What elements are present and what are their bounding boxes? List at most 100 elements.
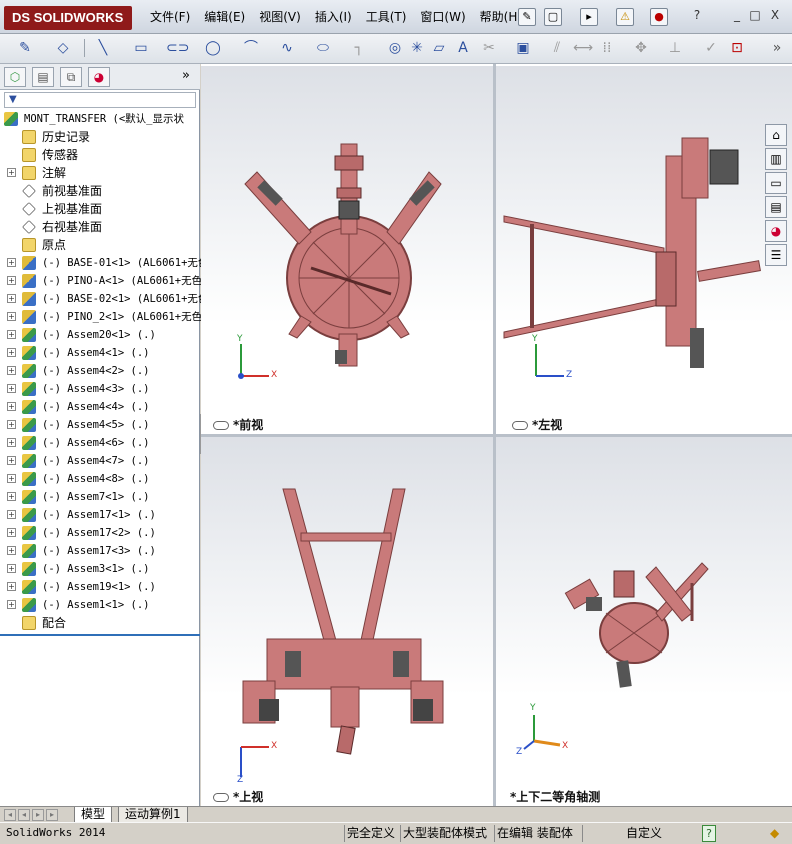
tree-item[interactable]: + (-) Assem4<6> (.) — [0, 434, 200, 452]
pin-icon[interactable]: ✎ — [518, 8, 536, 26]
expand-icon[interactable]: + — [7, 402, 16, 411]
slot-icon[interactable]: ⊂⊃ — [166, 37, 189, 59]
relations-icon[interactable]: ⊥ — [664, 37, 686, 59]
smart-dimension-icon[interactable]: ◇ — [52, 37, 74, 59]
tree-item[interactable]: + (-) Assem19<1> (.) — [0, 578, 200, 596]
tree-item[interactable]: + (-) Assem7<1> (.) — [0, 488, 200, 506]
menu-help[interactable]: 帮助(H) — [480, 8, 522, 25]
tree-item[interactable]: + (-) Assem4<8> (.) — [0, 470, 200, 488]
convert-entities-icon[interactable]: ▣ — [512, 37, 534, 59]
expand-icon[interactable]: + — [7, 546, 16, 555]
rapid-sketch-icon[interactable]: ⊡ — [726, 37, 748, 59]
expand-icon[interactable]: + — [7, 600, 16, 609]
menu-file[interactable]: 文件(F) — [150, 8, 190, 25]
expand-icon[interactable]: + — [7, 384, 16, 393]
sketch-icon[interactable]: ✎ — [14, 37, 36, 59]
last-tab-icon[interactable]: ▸ — [46, 809, 58, 821]
tree-item[interactable]: + 注解 — [0, 164, 200, 182]
view-palette-icon[interactable]: ▤ — [765, 196, 787, 218]
overflow-icon[interactable]: » — [766, 37, 788, 59]
text-icon[interactable]: A — [452, 37, 474, 59]
expand-icon[interactable]: + — [7, 258, 16, 267]
tab-motion-study[interactable]: 运动算例1 — [118, 807, 188, 823]
tree-item[interactable]: 上视基准面 — [0, 200, 200, 218]
centerline-icon[interactable]: ✳ — [406, 37, 428, 59]
configuration-manager-tab[interactable]: ⧉ — [60, 67, 82, 87]
display-manager-tab[interactable]: ◕ — [88, 67, 110, 87]
tab-model[interactable]: 模型 — [74, 807, 113, 823]
expand-icon[interactable]: + — [7, 420, 16, 429]
status-tag-icon[interactable]: ◆ — [768, 825, 781, 842]
arc-icon[interactable]: ⌒ — [240, 37, 262, 59]
offset-icon[interactable]: ⫽ — [546, 37, 568, 59]
expand-icon[interactable]: + — [7, 366, 16, 375]
new-document-icon[interactable]: ▢ — [544, 8, 562, 26]
rectangle-icon[interactable]: ▭ — [130, 37, 152, 59]
tree-item[interactable]: + (-) Assem3<1> (.) — [0, 560, 200, 578]
status-help-icon[interactable]: ? — [702, 825, 716, 842]
expand-icon[interactable]: + — [7, 492, 16, 501]
status-units-custom[interactable]: 自定义 — [624, 825, 664, 842]
tree-item[interactable]: + (-) Assem17<1> (.) — [0, 506, 200, 524]
viewport-top[interactable]: Z X *上视 — [201, 437, 493, 806]
tree-item[interactable]: + (-) Assem20<1> (.) — [0, 326, 200, 344]
viewport-left[interactable]: Y Z *左视 — [496, 66, 792, 434]
tree-item[interactable]: + (-) Assem4<3> (.) — [0, 380, 200, 398]
expand-icon[interactable]: + — [7, 438, 16, 447]
expand-icon[interactable]: + — [7, 168, 16, 177]
line-icon[interactable]: ╲ — [92, 37, 114, 59]
tree-item[interactable]: + (-) PINO_2<1> (AL6061+无色 — [0, 308, 202, 326]
point-icon[interactable]: ◎ — [384, 37, 406, 59]
open-folder-icon[interactable]: ▸ — [580, 8, 598, 26]
expand-icon[interactable]: + — [7, 312, 16, 321]
expand-icon[interactable]: + — [7, 294, 16, 303]
tree-item[interactable]: + (-) Assem1<1> (.) — [0, 596, 200, 614]
menu-insert[interactable]: 插入(I) — [315, 8, 352, 25]
viewport-isometric[interactable]: Y X Z *上下二等角轴测 — [496, 437, 792, 806]
expand-icon[interactable]: + — [7, 510, 16, 519]
file-explorer-icon[interactable]: ▭ — [765, 172, 787, 194]
expand-icon[interactable]: + — [7, 474, 16, 483]
tree-item[interactable]: 传感器 — [0, 146, 200, 164]
menu-window[interactable]: 窗口(W) — [420, 8, 465, 25]
warning-icon[interactable]: ⚠ — [616, 8, 634, 26]
menu-edit[interactable]: 编辑(E) — [204, 8, 245, 25]
viewport-front[interactable]: Y X *前视 — [201, 66, 493, 434]
tree-item[interactable]: + (-) Assem4<5> (.) — [0, 416, 200, 434]
link-views-icon[interactable] — [213, 793, 229, 802]
ellipse-icon[interactable]: ⬭ — [312, 37, 334, 59]
move-icon[interactable]: ✥ — [630, 37, 652, 59]
tree-item[interactable]: + (-) Assem17<2> (.) — [0, 524, 200, 542]
tree-item[interactable]: + (-) BASE-02<1> (AL6061+无色 — [0, 290, 208, 308]
tree-item[interactable]: 配合 — [0, 614, 200, 632]
link-views-icon[interactable] — [213, 421, 229, 430]
close-button[interactable]: X — [766, 8, 784, 24]
link-views-icon[interactable] — [512, 421, 528, 430]
custom-properties-icon[interactable]: ☰ — [765, 244, 787, 266]
next-tab-icon[interactable]: ▸ — [32, 809, 44, 821]
tree-item[interactable]: + (-) Assem4<4> (.) — [0, 398, 200, 416]
prev-tab-icon[interactable]: ◂ — [18, 809, 30, 821]
expand-icon[interactable]: + — [7, 276, 16, 285]
mirror-icon[interactable]: ⟷ — [572, 37, 594, 59]
expand-icon[interactable]: + — [7, 456, 16, 465]
tree-item[interactable]: 历史记录 — [0, 128, 200, 146]
fillet-icon[interactable]: ┐ — [348, 37, 370, 59]
repair-icon[interactable]: ✓ — [700, 37, 722, 59]
design-library-icon[interactable]: ▥ — [765, 148, 787, 170]
appearances-icon[interactable]: ◕ — [765, 220, 787, 242]
circle-icon[interactable]: ◯ — [202, 37, 224, 59]
panel-overflow-icon[interactable]: » — [182, 68, 190, 83]
expand-icon[interactable]: + — [7, 348, 16, 357]
graphics-area[interactable]: ⌕ ⌕ ↺ ◧ ◫ ▣ ∞ ◕ ❀ ▦ ⊏ ⊡ ⧉ □ ✕ — [201, 64, 792, 806]
filter-icon[interactable]: ▼ — [4, 92, 196, 108]
trim-icon[interactable]: ✂ — [478, 37, 500, 59]
tree-item[interactable]: 右视基准面 — [0, 218, 200, 236]
help-icon[interactable]: ? — [688, 8, 706, 24]
traffic-light-icon[interactable]: ● — [650, 8, 668, 26]
spline-icon[interactable]: ∿ — [276, 37, 298, 59]
first-tab-icon[interactable]: ◂ — [4, 809, 16, 821]
menu-tools[interactable]: 工具(T) — [366, 8, 407, 25]
home-icon[interactable]: ⌂ — [765, 124, 787, 146]
tree-item[interactable]: + (-) PINO-A<1> (AL6061+无色 — [0, 272, 202, 290]
